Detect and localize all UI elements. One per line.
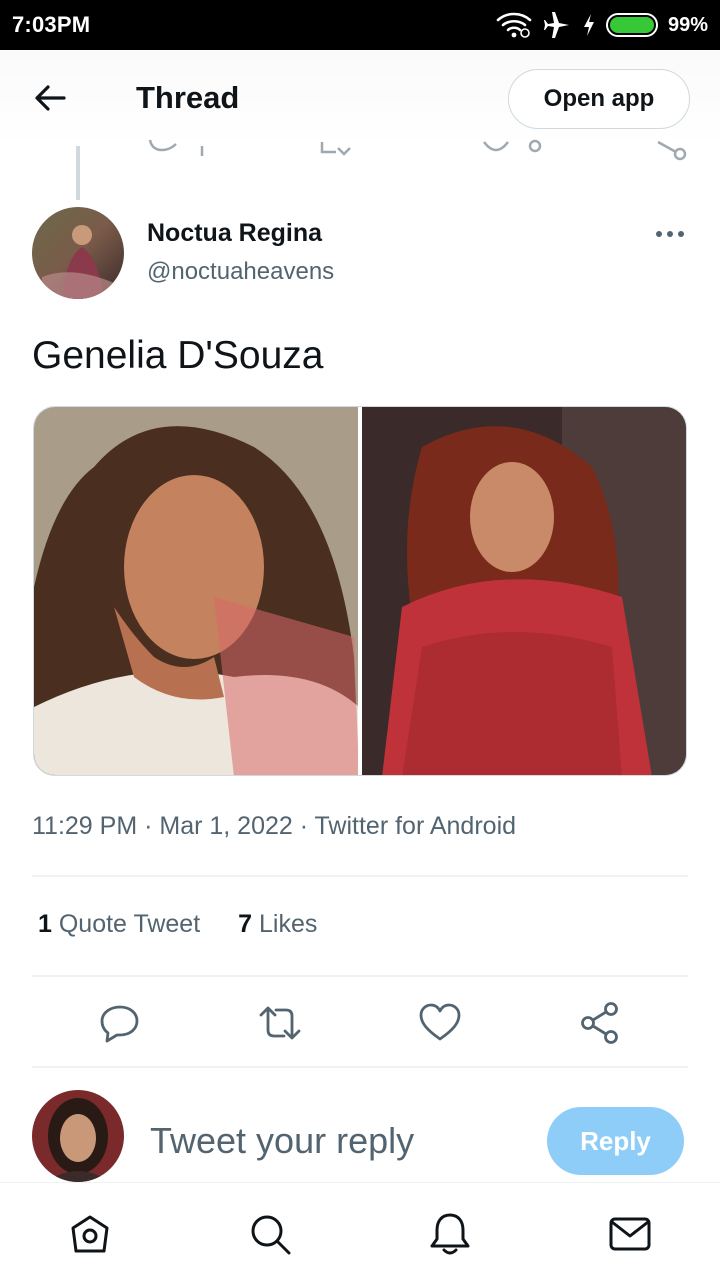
author-handle[interactable]: @noctuaheavens	[147, 258, 334, 286]
back-arrow-icon[interactable]	[30, 82, 70, 114]
reply-icon[interactable]	[97, 1000, 143, 1046]
thread-header: Thread Open app	[0, 50, 720, 146]
charging-bolt-icon	[583, 14, 594, 36]
airplane-mode-icon	[543, 12, 569, 38]
status-bar: 7:03PM 99%	[0, 0, 720, 50]
open-app-button[interactable]: Open app	[508, 69, 690, 129]
status-time: 7:03PM	[12, 12, 91, 37]
user-avatar[interactable]	[32, 1090, 124, 1182]
messages-icon[interactable]	[607, 1211, 653, 1257]
retweet-icon[interactable]	[257, 1000, 303, 1046]
tweet-stats: 1 Quote Tweet 7 Likes	[38, 910, 317, 939]
notifications-icon[interactable]	[427, 1211, 473, 1257]
like-heart-icon[interactable]	[417, 1000, 463, 1046]
status-icons: 99%	[496, 11, 708, 39]
wifi-icon	[496, 12, 532, 38]
thread-connector-line	[76, 146, 80, 200]
page-title: Thread	[136, 80, 240, 115]
previous-tweet-actions	[0, 138, 720, 162]
author-name[interactable]: Noctua Regina	[147, 219, 322, 248]
tweet-media[interactable]	[33, 406, 687, 776]
photo-1[interactable]	[34, 407, 358, 775]
divider	[32, 975, 688, 977]
battery-icon	[605, 13, 658, 37]
tweet-reply-input[interactable]: Tweet your reply	[150, 1120, 414, 1162]
tweet-text: Genelia D'Souza	[32, 334, 324, 377]
likes-count: 7	[238, 910, 253, 938]
divider	[32, 1066, 688, 1068]
likes-label: Likes	[259, 910, 318, 938]
author-avatar[interactable]	[32, 207, 124, 299]
more-options-icon[interactable]	[650, 222, 690, 246]
quote-count: 1	[38, 910, 52, 938]
tweet-actions	[0, 1000, 720, 1046]
tweet-timestamp-source: 11:29 PM · Mar 1, 2022 · Twitter for And…	[32, 812, 517, 840]
divider	[32, 875, 688, 877]
search-icon[interactable]	[247, 1211, 293, 1257]
photo-2[interactable]	[362, 407, 686, 775]
bottom-navigation	[0, 1182, 720, 1280]
battery-percent: 99%	[667, 13, 708, 36]
reply-button[interactable]: Reply	[547, 1107, 684, 1175]
likes-stat[interactable]: 7 Likes	[238, 910, 317, 939]
home-icon[interactable]	[67, 1211, 113, 1257]
quote-label: Quote Tweet	[58, 910, 201, 938]
share-icon[interactable]	[577, 1000, 623, 1046]
quote-tweets-stat[interactable]: 1 Quote Tweet	[38, 910, 200, 939]
